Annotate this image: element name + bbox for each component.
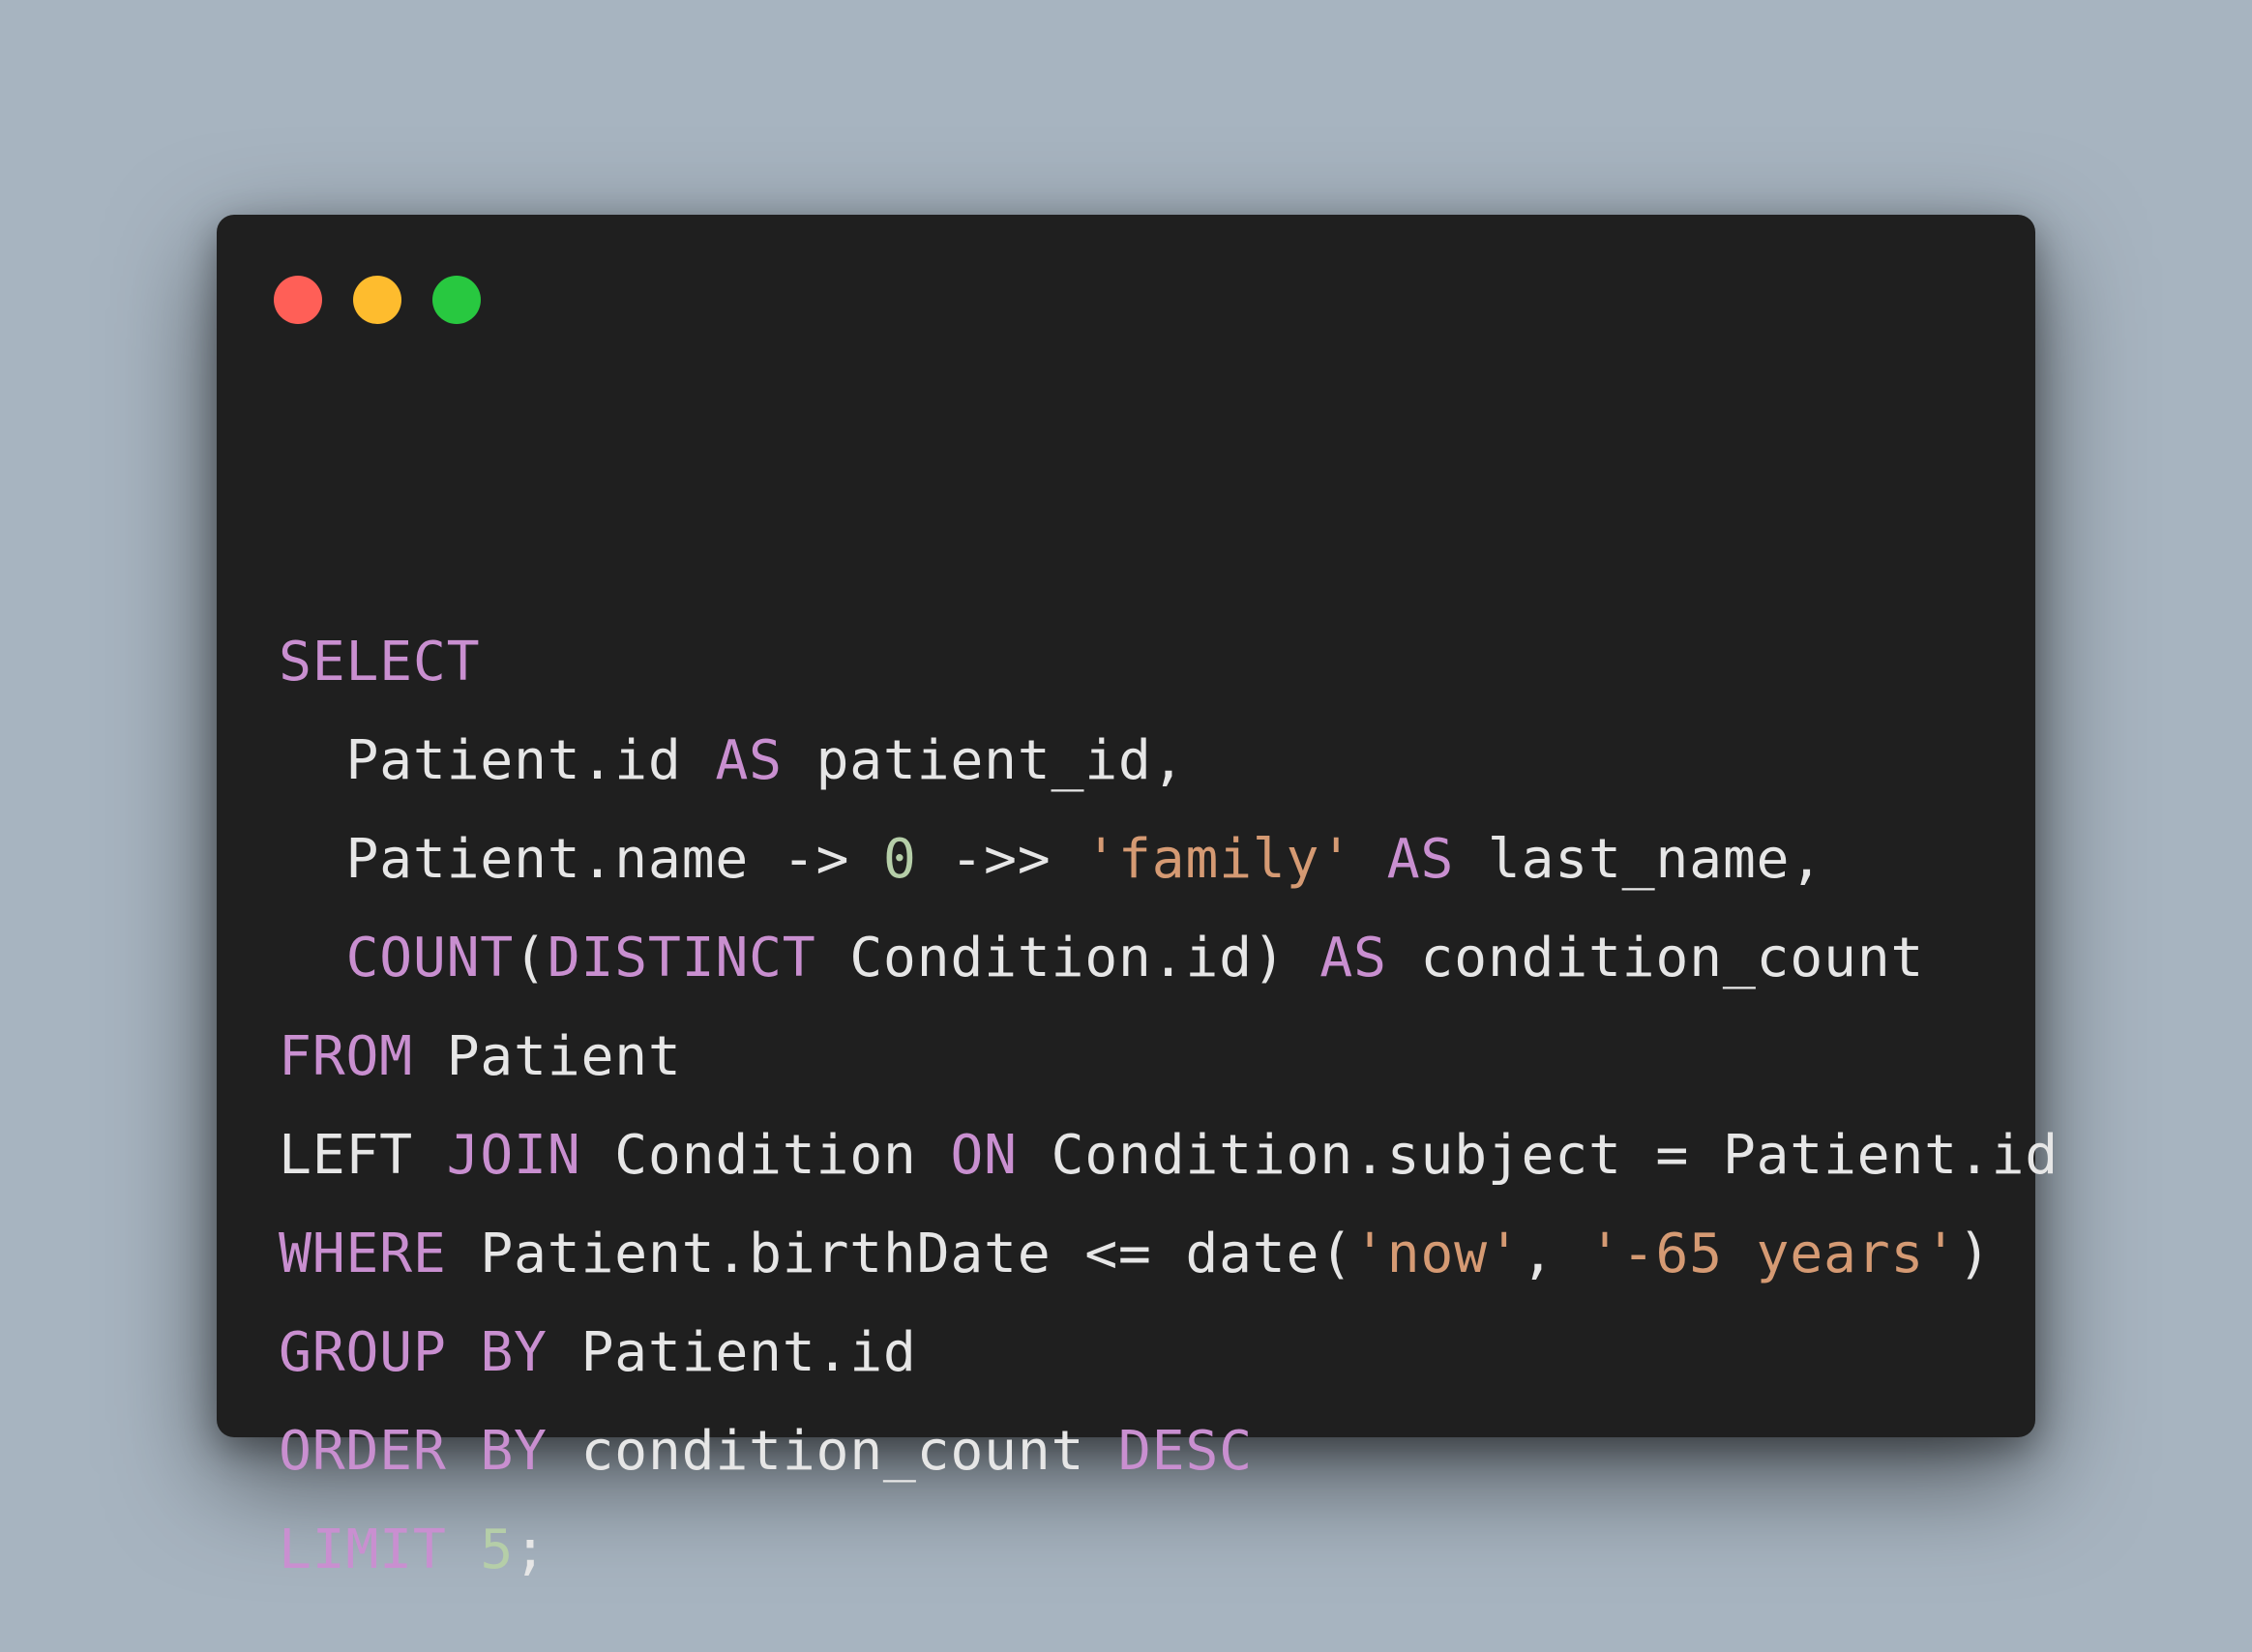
sql-identifier [1353, 828, 1387, 891]
sql-identifier [447, 1519, 481, 1581]
sql-keyword: COUNT [345, 927, 515, 989]
window-controls [274, 276, 481, 324]
code-line: FROM Patient [279, 1008, 2035, 1106]
sql-string: 'now' [1352, 1223, 1522, 1285]
code-line: COUNT(DISTINCT Condition.id) AS conditio… [279, 909, 2035, 1008]
close-button[interactable] [274, 276, 322, 324]
sql-keyword: AS [715, 729, 783, 792]
sql-string: 'family' [1084, 828, 1353, 891]
sql-identifier: LEFT [279, 1124, 447, 1187]
sql-identifier: Patient.birthDate <= date( [446, 1223, 1353, 1285]
code-line: LEFT JOIN Condition ON Condition.subject… [279, 1106, 2058, 1205]
sql-number: 0 [882, 828, 917, 891]
sql-identifier: ( [514, 927, 548, 989]
sql-identifier: ) [1957, 1223, 1992, 1285]
code-window: SELECT Patient.id AS patient_id, Patient… [217, 215, 2058, 1581]
code-line: SELECT [279, 613, 2035, 712]
sql-identifier [279, 927, 345, 989]
sql-identifier: ->> [916, 828, 1085, 891]
minimize-button[interactable] [353, 276, 401, 324]
sql-keyword: BY [480, 1321, 548, 1384]
sql-identifier: condition_count [1386, 927, 1925, 989]
sql-identifier: last_name, [1454, 828, 1823, 891]
sql-keyword: GROUP [279, 1321, 447, 1384]
code-block: SELECT Patient.id AS patient_id, Patient… [279, 613, 2058, 1600]
sql-identifier: Condition.subject = Patient.id [1017, 1124, 2059, 1187]
sql-keyword: WHERE [279, 1223, 447, 1285]
sql-keyword: ORDER [279, 1420, 447, 1483]
code-line: GROUP BY Patient.id [279, 1304, 2035, 1402]
sql-identifier: Patient.id [279, 729, 716, 792]
sql-identifier: Patient.name -> [279, 828, 883, 891]
sql-keyword: ON [950, 1124, 1018, 1187]
sql-keyword: LIMIT [279, 1519, 447, 1581]
sql-identifier: patient_id, [782, 729, 1186, 792]
code-line: Patient.id AS patient_id, [279, 712, 2035, 811]
code-line: LIMIT 5; [279, 1501, 2035, 1600]
sql-identifier: Patient [412, 1025, 682, 1088]
code-line: ORDER BY condition_count DESC [279, 1402, 2035, 1501]
sql-keyword: AS [1319, 927, 1387, 989]
sql-keyword: FROM [279, 1025, 413, 1088]
sql-keyword: BY [480, 1420, 548, 1483]
sql-keyword: AS [1386, 828, 1455, 891]
sql-keyword: DISTINCT [547, 927, 816, 989]
code-line: WHERE Patient.birthDate <= date('now', '… [279, 1205, 2035, 1304]
sql-keyword: JOIN [446, 1124, 581, 1187]
sql-keyword: SELECT [279, 631, 481, 693]
sql-identifier [447, 1321, 481, 1384]
sql-identifier: Patient.id [547, 1321, 917, 1384]
sql-identifier: Condition.id) [815, 927, 1320, 989]
sql-string: '-65 years' [1587, 1223, 1958, 1285]
code-line: Patient.name -> 0 ->> 'family' AS last_n… [279, 811, 2035, 909]
sql-identifier: Condition [580, 1124, 951, 1187]
sql-number: 5 [480, 1519, 515, 1581]
maximize-button[interactable] [432, 276, 481, 324]
sql-keyword: DESC [1117, 1420, 1253, 1483]
sql-identifier [447, 1420, 481, 1483]
sql-identifier: ; [514, 1519, 548, 1581]
sql-identifier: condition_count [547, 1420, 1118, 1483]
sql-identifier: , [1521, 1223, 1588, 1285]
